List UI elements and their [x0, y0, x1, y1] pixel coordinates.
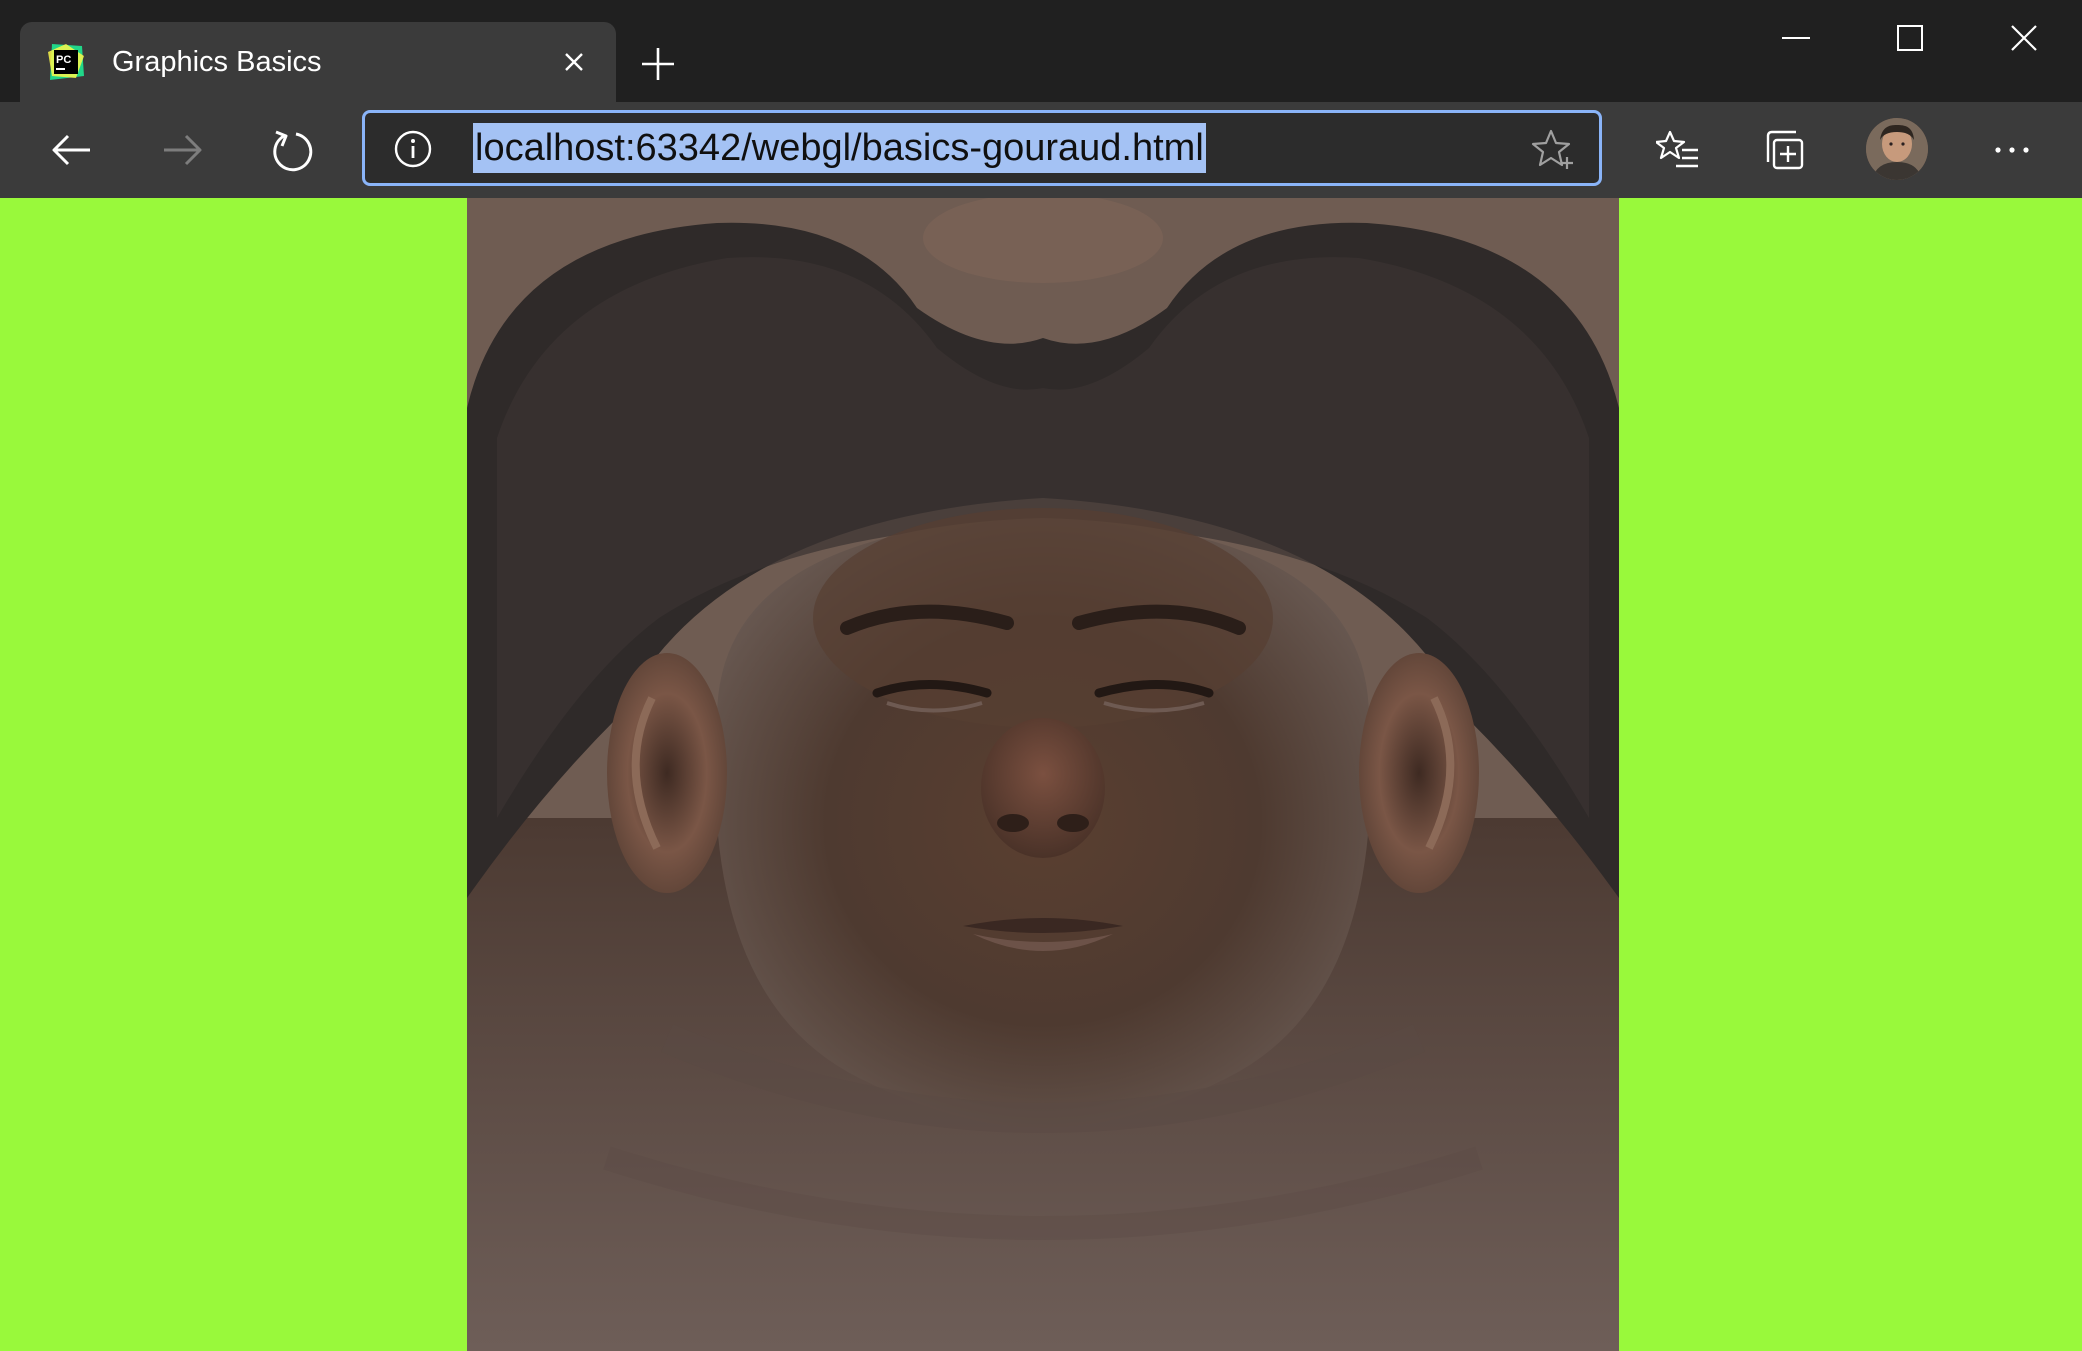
tab-title: Graphics Basics [112, 46, 322, 78]
url-field[interactable]: localhost:63342/webgl/basics-gouraud.htm… [473, 123, 1206, 173]
face-texture-image [467, 198, 1619, 1351]
maximize-button[interactable] [1852, 0, 1968, 76]
back-button[interactable] [42, 120, 102, 180]
more-menu-button[interactable] [1982, 120, 2042, 180]
address-bar[interactable]: localhost:63342/webgl/basics-gouraud.htm… [362, 110, 1602, 186]
new-tab-icon[interactable] [636, 42, 680, 86]
tab-strip: PC Graphics Basics [0, 0, 2082, 102]
minimize-button[interactable] [1738, 0, 1854, 76]
tab-graphics-basics[interactable]: PC Graphics Basics [20, 22, 616, 102]
close-icon [2011, 25, 2037, 51]
collections-button[interactable] [1756, 120, 1816, 180]
pycharm-logo-text: PC [56, 54, 71, 66]
tab-close-icon[interactable] [558, 46, 590, 78]
minimize-icon [1782, 37, 1810, 39]
page-content [0, 198, 2082, 1351]
favorites-list-icon [1656, 130, 1698, 168]
close-window-button[interactable] [1966, 0, 2082, 76]
info-icon[interactable] [393, 129, 433, 169]
reload-icon [273, 130, 313, 172]
star-add-icon[interactable] [1531, 127, 1575, 171]
reload-button[interactable] [262, 120, 322, 180]
browser-window: PC Graphics Basics localhost:63342/webgl… [0, 0, 2082, 1351]
more-menu-icon [1995, 147, 2029, 153]
maximize-icon [1897, 25, 1923, 51]
pycharm-logo-icon: PC [46, 42, 86, 82]
favorites-button[interactable] [1648, 120, 1708, 180]
back-arrow-icon [52, 134, 90, 166]
collections-icon [1766, 130, 1804, 170]
profile-avatar[interactable] [1866, 118, 1928, 180]
browser-toolbar: localhost:63342/webgl/basics-gouraud.htm… [0, 102, 2082, 198]
webgl-canvas[interactable] [467, 198, 1619, 1351]
forward-arrow-icon [164, 134, 202, 166]
forward-button[interactable] [152, 120, 212, 180]
